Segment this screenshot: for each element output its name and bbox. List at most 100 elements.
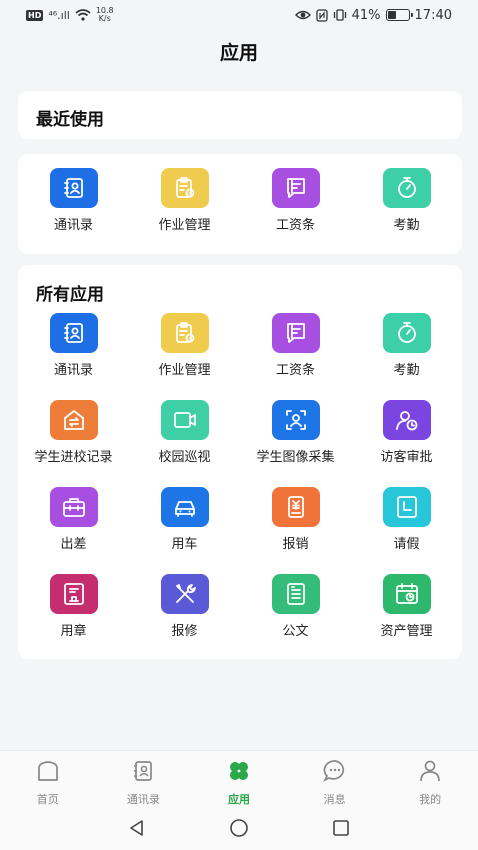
entry-record-icon bbox=[49, 400, 98, 440]
clock: 17:40 bbox=[414, 7, 452, 23]
app-label: 出差 bbox=[60, 537, 87, 552]
eye-icon bbox=[294, 10, 311, 20]
reimbursement-icon bbox=[271, 487, 320, 527]
app-attendance[interactable]: 考勤 bbox=[351, 168, 462, 233]
tab-label: 消息 bbox=[323, 793, 346, 806]
image-capture-icon bbox=[271, 400, 320, 440]
app-homework[interactable]: 作业管理 bbox=[129, 313, 240, 400]
app-label: 访客审批 bbox=[380, 450, 433, 465]
status-bar: HD ⁴⁶.ıll 10.8 K/s 41% 17:40 bbox=[0, 0, 478, 30]
tab-label: 首页 bbox=[36, 793, 59, 806]
payslip-icon bbox=[271, 313, 320, 353]
attendance-icon bbox=[382, 313, 431, 353]
app-homework[interactable]: 作业管理 bbox=[129, 168, 240, 233]
tab-message[interactable]: 消息 bbox=[287, 751, 383, 806]
campus-patrol-icon bbox=[160, 400, 209, 440]
tab-clover[interactable]: 应用 bbox=[191, 751, 287, 806]
app-attendance[interactable]: 考勤 bbox=[351, 313, 462, 400]
app-label: 学生进校记录 bbox=[34, 450, 113, 465]
app-payslip[interactable]: 工资条 bbox=[240, 313, 351, 400]
app-label: 校园巡视 bbox=[158, 450, 211, 465]
battery-icon bbox=[385, 9, 413, 21]
app-label: 报销 bbox=[282, 537, 309, 552]
app-label: 考勤 bbox=[393, 218, 420, 233]
tab-home[interactable]: 首页 bbox=[0, 751, 96, 806]
recent-header-card: 最近使用 bbox=[18, 91, 462, 139]
app-label: 请假 bbox=[393, 537, 420, 552]
recents-icon[interactable] bbox=[330, 817, 352, 839]
app-label: 学生图像采集 bbox=[256, 450, 335, 465]
app-label: 资产管理 bbox=[380, 624, 433, 639]
app-asset[interactable]: 资产管理 bbox=[351, 574, 462, 661]
tab-profile[interactable]: 我的 bbox=[382, 751, 478, 806]
tab-contacts-tab[interactable]: 通讯录 bbox=[96, 751, 192, 806]
app-label: 工资条 bbox=[275, 218, 315, 233]
app-car[interactable]: 用车 bbox=[129, 487, 240, 574]
app-label: 作业管理 bbox=[158, 363, 211, 378]
hd-badge: HD bbox=[26, 9, 44, 21]
back-icon[interactable] bbox=[126, 817, 148, 839]
system-nav-bar bbox=[0, 806, 478, 850]
contacts-icon bbox=[49, 313, 98, 353]
home-icon bbox=[35, 758, 61, 788]
document-icon bbox=[271, 574, 320, 614]
clover-icon bbox=[226, 758, 252, 788]
homework-icon bbox=[160, 168, 209, 208]
app-label: 通讯录 bbox=[53, 363, 93, 378]
attendance-icon bbox=[382, 168, 431, 208]
app-repair[interactable]: 报修 bbox=[129, 574, 240, 661]
app-campus-patrol[interactable]: 校园巡视 bbox=[129, 400, 240, 487]
app-label: 工资条 bbox=[275, 363, 315, 378]
homework-icon bbox=[160, 313, 209, 353]
payslip-icon bbox=[271, 168, 320, 208]
profile-icon bbox=[417, 758, 443, 788]
seal-icon bbox=[49, 574, 98, 614]
app-document[interactable]: 公文 bbox=[240, 574, 351, 661]
battery-percent: 41% bbox=[351, 7, 381, 23]
app-label: 用章 bbox=[60, 624, 87, 639]
contacts-tab-icon bbox=[130, 758, 156, 788]
tab-label: 我的 bbox=[419, 793, 442, 806]
net-speed-unit: K/s bbox=[98, 14, 111, 23]
leave-icon bbox=[382, 487, 431, 527]
app-label: 报修 bbox=[171, 624, 198, 639]
app-entry-record[interactable]: 学生进校记录 bbox=[18, 400, 129, 487]
app-visitor-approval[interactable]: 访客审批 bbox=[351, 400, 462, 487]
app-label: 作业管理 bbox=[158, 218, 211, 233]
recent-apps-card: 通讯录 作业管理 工资条 考勤 bbox=[18, 154, 462, 254]
home-nav-icon[interactable] bbox=[228, 817, 250, 839]
tab-label: 通讯录 bbox=[126, 793, 160, 806]
contacts-icon bbox=[49, 168, 98, 208]
app-leave[interactable]: 请假 bbox=[351, 487, 462, 574]
recent-section-title: 最近使用 bbox=[36, 110, 104, 130]
net-speed: 10.8 K/s bbox=[96, 7, 114, 23]
app-payslip[interactable]: 工资条 bbox=[240, 168, 351, 233]
app-image-capture[interactable]: 学生图像采集 bbox=[240, 400, 351, 487]
app-business-trip[interactable]: 出差 bbox=[18, 487, 129, 574]
all-apps-card: 所有应用 通讯录 作业管理 工资条 考勤 学生进校记录 校园巡视 学生图像采集 访客审批 出差用… bbox=[18, 265, 462, 659]
app-label: 公文 bbox=[282, 624, 309, 639]
visitor-approval-icon bbox=[382, 400, 431, 440]
bottom-tab-bar: 首页 通讯录 应用 消息 我的 bbox=[0, 750, 478, 806]
repair-icon bbox=[160, 574, 209, 614]
vibrate-icon bbox=[333, 9, 346, 21]
message-icon bbox=[322, 758, 348, 788]
app-seal[interactable]: 用章 bbox=[18, 574, 129, 661]
signal-icon: ⁴⁶.ıll bbox=[48, 8, 70, 22]
recent-apps-grid: 通讯录 作业管理 工资条 考勤 bbox=[18, 168, 462, 233]
wifi-icon bbox=[75, 9, 91, 21]
app-contacts[interactable]: 通讯录 bbox=[18, 168, 129, 233]
all-apps-grid: 通讯录 作业管理 工资条 考勤学生进校记录 校园巡视 学生图像采集 访客审批出差 用车 报销 请假… bbox=[18, 313, 462, 661]
business-trip-icon bbox=[49, 487, 98, 527]
app-label: 通讯录 bbox=[53, 218, 93, 233]
car-icon bbox=[160, 487, 209, 527]
nfc-icon bbox=[315, 8, 328, 22]
app-label: 考勤 bbox=[393, 363, 420, 378]
app-label: 用车 bbox=[171, 537, 198, 552]
all-apps-section-title: 所有应用 bbox=[36, 285, 104, 305]
asset-icon bbox=[382, 574, 431, 614]
tab-label: 应用 bbox=[227, 793, 250, 806]
app-contacts[interactable]: 通讯录 bbox=[18, 313, 129, 400]
app-reimbursement[interactable]: 报销 bbox=[240, 487, 351, 574]
page-title: 应用 bbox=[219, 42, 258, 64]
